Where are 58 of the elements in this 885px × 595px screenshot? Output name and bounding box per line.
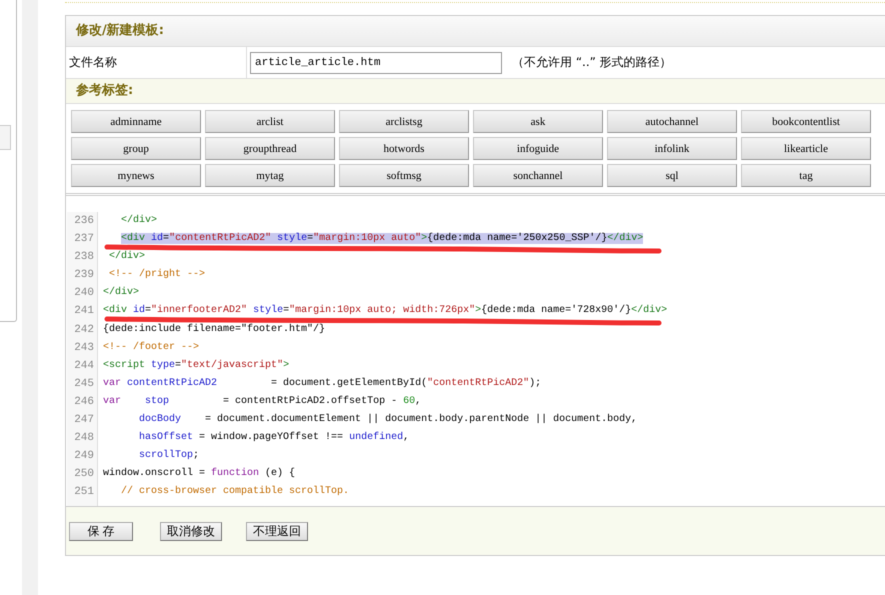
code-line: // cross-browser compatible scrollTop. — [121, 486, 350, 498]
line-number: 246 — [73, 394, 95, 410]
section-title: 参考标签: — [66, 79, 885, 104]
line-number: 237 — [73, 232, 95, 248]
tag-button[interactable]: infoguide — [473, 137, 603, 160]
line-number: 251 — [73, 485, 95, 500]
tag-button[interactable]: mynews — [71, 164, 201, 187]
tag-button[interactable]: mytag — [205, 164, 335, 187]
code-line: window.onscroll = function (e) { — [103, 468, 296, 480]
tag-button[interactable]: autochannel — [607, 110, 737, 133]
action-button[interactable]: 不理返回 — [246, 522, 308, 540]
code-line: <script type="text/javascript"> — [103, 360, 290, 371]
code-line: <div id="innerfooterAD2" style="margin:10px auto; width:726px">{dede:mda name='728x90'/}</div> — [103, 305, 668, 316]
form-title: 修改/新建模板: — [66, 16, 885, 47]
tag-button[interactable]: arclistsg — [339, 110, 469, 133]
code-line: docBody = document.documentElement || document.body.parentNode || document.body, — [139, 414, 638, 426]
line-number: 243 — [73, 340, 95, 356]
code-line: var stop = contentRtPicAD2.offsetTop - 60, — [103, 396, 422, 407]
tag-button[interactable]: likearticle — [741, 137, 871, 160]
code-line: var contentRtPicAD2 = document.getElementById("contentRtPicAD2"); — [103, 378, 542, 389]
line-number: 250 — [73, 467, 95, 482]
line-number: 245 — [73, 376, 95, 392]
line-number: 238 — [73, 250, 95, 266]
code-line: <!-- /pright --> — [109, 269, 206, 280]
tag-button[interactable]: sql — [607, 164, 737, 187]
code-line: hasOffset = window.pageYOffset !== undefined, — [139, 432, 410, 444]
code-line: <!-- /footer --> — [103, 342, 200, 353]
field-hint: （不允许用 “..” 形式的路径） — [512, 54, 672, 71]
line-number: 242 — [73, 322, 95, 338]
line-number: 241 — [73, 304, 95, 320]
line-number: 240 — [73, 286, 95, 302]
line-number: 244 — [73, 358, 95, 374]
tag-button[interactable]: sonchannel — [473, 164, 603, 187]
tag-button[interactable]: tag — [741, 164, 871, 187]
tag-button[interactable]: adminname — [71, 110, 201, 133]
code-line: </div> — [121, 215, 158, 226]
line-number: 236 — [73, 214, 95, 229]
tag-button[interactable]: infolink — [607, 137, 737, 160]
line-number: 248 — [73, 431, 95, 446]
code-line: </div> — [109, 251, 146, 262]
line-number: 249 — [73, 449, 95, 464]
tag-button[interactable]: ask — [473, 110, 603, 133]
tag-button[interactable]: group — [71, 137, 201, 160]
line-number: 239 — [73, 268, 95, 284]
tag-button[interactable]: bookcontentlist — [741, 110, 871, 133]
tag-button[interactable]: groupthread — [205, 137, 335, 160]
code-line: scrollTop; — [139, 450, 200, 462]
line-number: 247 — [73, 413, 95, 428]
tag-button[interactable]: arclist — [205, 110, 335, 133]
tag-button[interactable]: softmsg — [339, 164, 469, 187]
code-editor[interactable] — [66, 195, 885, 507]
file-name-field[interactable]: article_article.htm — [250, 52, 502, 74]
code-line: </div> — [103, 287, 140, 298]
action-button[interactable]: 取消修改 — [160, 522, 222, 540]
tag-button[interactable]: hotwords — [339, 137, 469, 160]
code-line: {dede:include filename="footer.htm"/} — [103, 324, 326, 335]
field-label: 文件名称 — [66, 47, 247, 78]
action-button[interactable]: 保 存 — [69, 522, 133, 540]
